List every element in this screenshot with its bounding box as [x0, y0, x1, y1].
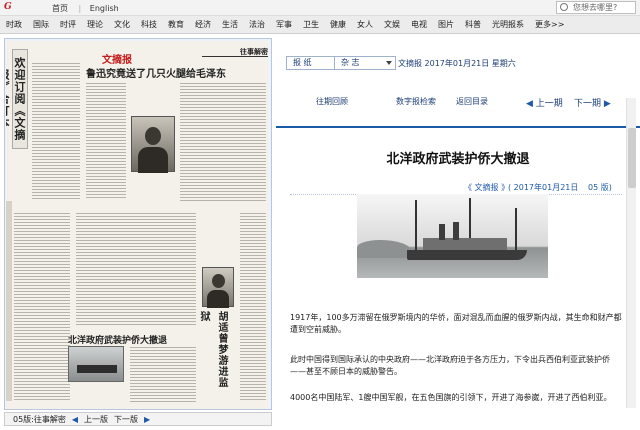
text-column — [240, 211, 266, 401]
page-margin — [6, 201, 12, 401]
back-to-index-link[interactable]: 返回目录 — [456, 96, 488, 107]
article-paragraph: 1917年，100多万滞留在俄罗斯境内的华侨，面对混乱而血腥的俄罗斯内战，其生命… — [290, 313, 622, 334]
subscribe-banner: 欢迎订阅《文摘报》合订本 — [6, 49, 28, 149]
past-issues-link[interactable]: 往期回顾 — [316, 96, 348, 107]
text-column — [180, 81, 266, 201]
site-logo[interactable]: G — [4, 2, 12, 12]
triangle-left-icon: ◀ — [526, 99, 533, 109]
chevron-down-icon — [386, 61, 392, 65]
search-placeholder: 您想去哪里? — [573, 3, 618, 12]
separator: | — [78, 4, 82, 13]
english-link[interactable]: English — [90, 4, 119, 13]
scrollbar-thumb[interactable] — [628, 128, 636, 188]
page-navigation: 05版:往事解密 ◀ 上一版 下一版 ▶ — [4, 412, 272, 426]
text-column — [32, 61, 80, 199]
issue-date: 文摘报 2017年01月21日 星期六 — [398, 59, 516, 68]
nav-item[interactable]: 电视 — [411, 19, 427, 30]
prev-issue-link[interactable]: 上一期 — [536, 99, 563, 109]
nav-item[interactable]: 文化 — [114, 19, 130, 30]
page-column-name: 往事解密 — [202, 47, 268, 57]
nav-item[interactable]: 军事 — [276, 19, 292, 30]
nav-item[interactable]: 文娱 — [384, 19, 400, 30]
page-headline-2[interactable]: 北洋政府武装护侨大撤退 — [68, 333, 167, 346]
warship-photo — [357, 194, 548, 278]
triangle-right-icon: ▶ — [603, 99, 611, 109]
nav-item[interactable]: 光明报系 — [492, 19, 524, 30]
photo-mast — [415, 200, 417, 250]
portrait-photo — [202, 267, 234, 308]
article-scrollbar[interactable] — [626, 98, 636, 408]
next-page-link[interactable]: 下一版 — [114, 414, 138, 425]
photo-funnel — [439, 224, 445, 240]
nav-item[interactable]: 科普 — [465, 19, 481, 30]
portrait-photo — [131, 116, 175, 173]
photo-shoreline — [357, 240, 411, 258]
nav-item[interactable]: 图片 — [438, 19, 454, 30]
ship-thumbnail — [68, 346, 124, 382]
home-link[interactable]: 首页 — [52, 4, 68, 13]
photo-mast — [515, 208, 517, 250]
magazine-select-value: 杂 志 — [341, 58, 360, 67]
article-date: ( 2017年01月21日 — [508, 183, 579, 192]
nav-item[interactable]: 经济 — [195, 19, 211, 30]
text-column — [86, 81, 126, 199]
article-title: 北洋政府武装护侨大撤退 — [386, 152, 530, 167]
top-bar: G 首页 | English 您想去哪里? — [0, 0, 640, 16]
magazine-select[interactable]: 杂 志 — [334, 56, 396, 70]
triangle-right-icon: ▶ — [144, 414, 151, 424]
next-issue-link[interactable]: 下一期 — [574, 99, 601, 109]
text-column — [76, 211, 196, 327]
digital-search-link[interactable]: 数字报检索 — [396, 96, 436, 107]
article-source[interactable]: 《 文摘报 》 — [464, 182, 509, 193]
nav-item[interactable]: 时评 — [60, 19, 76, 30]
article-page: 05 版) — [588, 183, 612, 192]
article-paragraph: 此时中国得到国际承认的中央政府——北洋政府迫于各方压力，下令出兵西伯利亚武装护侨… — [290, 355, 610, 376]
photo-superstructure — [423, 238, 507, 250]
divider — [276, 126, 640, 128]
site-search-input[interactable]: 您想去哪里? — [556, 1, 636, 14]
nav-item[interactable]: 健康 — [330, 19, 346, 30]
nav-item[interactable]: 女人 — [357, 19, 373, 30]
search-icon — [560, 3, 568, 11]
newspaper-page-image[interactable]: 欢迎订阅《文摘报》合订本 文摘报 往事解密 鲁迅究竟送了几只火腿给毛泽东 胡适曾… — [6, 41, 268, 409]
newspaper-title: 文摘报 — [102, 55, 132, 66]
nav-item-more[interactable]: 更多>> — [535, 19, 564, 30]
nav-item[interactable]: 生活 — [222, 19, 238, 30]
nav-item[interactable]: 法治 — [249, 19, 265, 30]
nav-item[interactable]: 国际 — [33, 19, 49, 30]
nav-item[interactable]: 科技 — [141, 19, 157, 30]
text-column — [130, 345, 196, 403]
nav-item[interactable]: 时政 — [6, 19, 22, 30]
prev-page-link[interactable]: 上一版 — [84, 414, 108, 425]
top-links: 首页 | English — [52, 3, 127, 14]
issue-actions: 往期回顾 数字报检索 返回目录 ◀ 上一期 下一期 ▶ — [276, 96, 640, 110]
newspaper-select-value: 报 纸 — [293, 58, 312, 67]
text-column — [14, 211, 70, 401]
page-headline-1[interactable]: 鲁迅究竟送了几只火腿给毛泽东 — [86, 65, 226, 80]
page-headline-3[interactable]: 胡适曾梦游进监狱 — [198, 311, 230, 395]
nav-item[interactable]: 卫生 — [303, 19, 319, 30]
triangle-left-icon: ◀ — [71, 414, 79, 424]
channel-nav: 时政 国际 时评 理论 文化 科技 教育 经济 生活 法治 军事 卫生 健康 女… — [0, 16, 640, 34]
photo-funnel — [453, 222, 459, 240]
edition-label: 05版:往事解密 — [13, 414, 66, 424]
nav-item[interactable]: 理论 — [87, 19, 103, 30]
photo-hull — [407, 250, 527, 260]
article-paragraph: 4000名中国陆军、1艘中国军舰，在五色国旗的引领下，开进了海参崴，开进了西伯利… — [290, 393, 612, 402]
nav-item[interactable]: 教育 — [168, 19, 184, 30]
